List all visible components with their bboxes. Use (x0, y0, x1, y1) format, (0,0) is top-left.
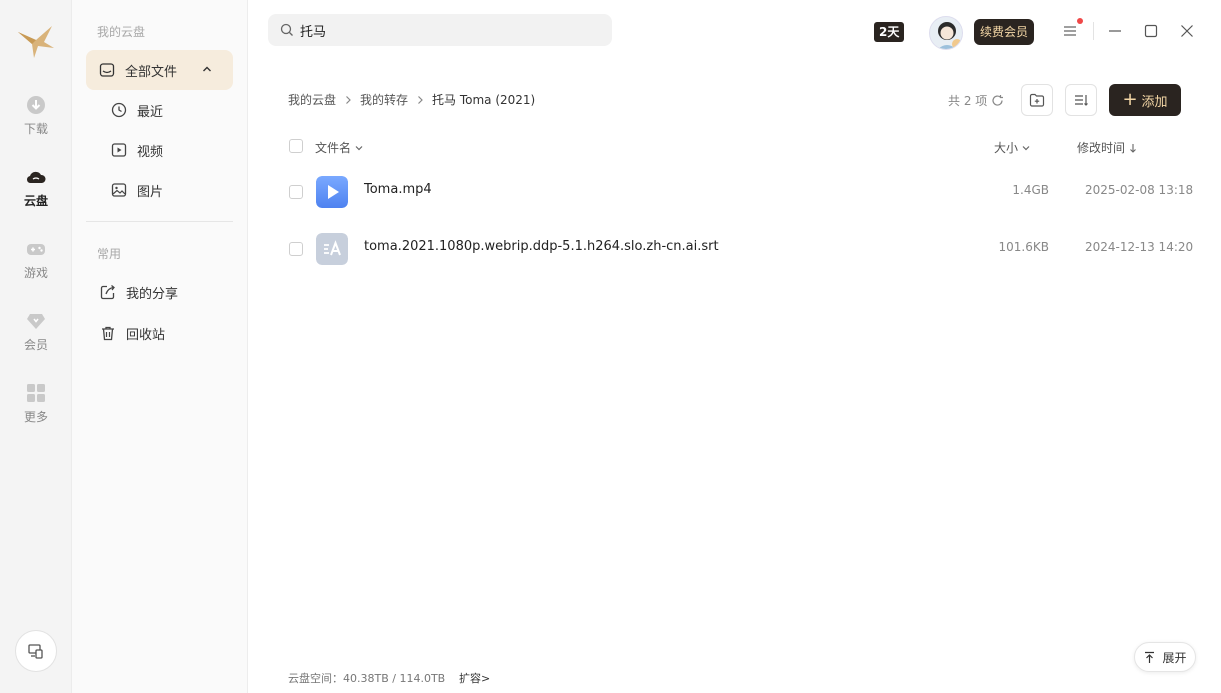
add-button[interactable]: + 添加 (1109, 84, 1181, 116)
renew-vip-button[interactable]: 续费会员 (974, 19, 1034, 45)
file-row[interactable]: toma.2021.1080p.webrip.ddp-5.1.h264.slo.… (268, 221, 1221, 277)
breadcrumb: 我的云盘 我的转存 托马 Toma (2021) (288, 91, 535, 108)
rail-label-vip: 会员 (23, 338, 48, 352)
breadcrumb-item-root[interactable]: 我的云盘 (288, 91, 336, 108)
column-header-modified-label: 修改时间 (1077, 141, 1126, 155)
maximize-icon[interactable] (1142, 22, 1160, 40)
file-modified: 2024-12-13 14:20 (1085, 240, 1194, 254)
app-logo-icon (18, 26, 54, 58)
sidebar-item-video[interactable]: 视频 (111, 131, 163, 169)
subtitle-file-icon (316, 233, 348, 265)
rail-label-more: 更多 (23, 410, 48, 424)
chevron-right-icon (346, 95, 351, 104)
rail-label-download: 下载 (23, 122, 48, 136)
file-name[interactable]: toma.2021.1080p.webrip.ddp-5.1.h264.slo.… (364, 239, 719, 254)
unfold-button[interactable]: 展开 (1134, 642, 1196, 672)
inbox-icon (99, 63, 115, 77)
video-icon (111, 143, 127, 157)
notification-dot (1077, 18, 1083, 24)
sidebar-item-label: 我的分享 (126, 286, 179, 302)
column-header-name[interactable]: 文件名 (315, 139, 364, 156)
column-header-name-label: 文件名 (315, 141, 352, 155)
file-size: 1.4GB (1012, 183, 1049, 197)
sidebar-item-all-files[interactable]: 全部文件 (86, 50, 233, 90)
unfold-label: 展开 (1162, 650, 1187, 665)
column-header-size[interactable]: 大小 (994, 139, 1031, 156)
sidebar-common-title: 常用 (97, 247, 122, 261)
sort-icon (1075, 95, 1088, 106)
rail-item-vip[interactable]: 会员 (0, 310, 72, 366)
rail-item-more[interactable]: 更多 (0, 382, 72, 438)
sort-descending-icon (1130, 143, 1136, 153)
storage-usage: 云盘空间：40.38TB / 114.0TB (288, 672, 446, 685)
trash-icon (102, 326, 114, 341)
refresh-icon[interactable] (991, 94, 1004, 107)
rail-label-cloud: 云盘 (23, 194, 48, 208)
item-count: 共 2 项 (948, 92, 1004, 109)
minimize-icon[interactable] (1106, 22, 1124, 40)
add-button-label: 添加 (1141, 94, 1168, 110)
device-switch-icon (28, 644, 43, 659)
sort-button[interactable] (1065, 84, 1097, 116)
breadcrumb-item-current: 托马 Toma (2021) (432, 93, 536, 107)
column-header-modified[interactable]: 修改时间 (1077, 139, 1138, 156)
sidebar-item-trash[interactable]: 回收站 (100, 314, 165, 352)
apps-grid-icon (27, 384, 45, 402)
sidebar-item-images[interactable]: 图片 (111, 171, 163, 209)
file-checkbox[interactable] (289, 185, 303, 199)
device-switch-button[interactable] (15, 630, 57, 672)
plus-icon: + (1122, 89, 1138, 110)
avatar-image-icon (938, 22, 962, 49)
folder-add-icon (1029, 93, 1045, 107)
file-name[interactable]: Toma.mp4 (364, 182, 432, 197)
breadcrumb-item-saved[interactable]: 我的转存 (360, 91, 408, 108)
sidebar-section-title: 我的云盘 (97, 25, 146, 39)
file-size: 101.6KB (998, 240, 1049, 254)
avatar[interactable] (929, 16, 963, 50)
sidebar-item-my-shares[interactable]: 我的分享 (100, 273, 178, 311)
chevron-up-icon[interactable] (201, 63, 213, 75)
sidebar: 我的云盘 全部文件 最近 视频 图片 常用 我的分享 回收站 (72, 0, 248, 693)
rail-label-games: 游戏 (23, 266, 48, 280)
rail-item-cloud[interactable]: 云盘 (0, 166, 72, 222)
close-icon[interactable] (1178, 22, 1196, 40)
diamond-icon (27, 314, 45, 329)
file-modified: 2025-02-08 13:18 (1085, 183, 1194, 197)
gamepad-icon (27, 244, 45, 255)
sidebar-divider (86, 221, 233, 222)
image-icon (111, 183, 127, 197)
sidebar-item-label: 视频 (137, 144, 164, 160)
menu-icon[interactable] (1061, 22, 1079, 40)
chevron-down-icon (355, 145, 363, 150)
expand-storage-link[interactable]: 扩容> (459, 670, 490, 686)
new-folder-button[interactable] (1021, 84, 1053, 116)
select-all-checkbox[interactable] (289, 139, 303, 153)
rail-item-download[interactable]: 下载 (0, 94, 72, 150)
clock-icon (111, 102, 127, 118)
sidebar-item-label: 全部文件 (125, 64, 178, 80)
upload-arrow-icon (1145, 651, 1155, 663)
item-count-text: 共 2 项 (948, 94, 988, 108)
share-icon (100, 284, 115, 300)
rail-item-games[interactable]: 游戏 (0, 238, 72, 294)
sidebar-item-recent[interactable]: 最近 (111, 91, 163, 129)
chevron-right-icon (418, 95, 423, 104)
search-box[interactable] (268, 14, 612, 46)
search-input[interactable] (300, 22, 600, 38)
left-rail: 下载 云盘 游戏 会员 更多 (0, 0, 72, 693)
cloud-icon (26, 171, 46, 184)
sidebar-item-label: 回收站 (126, 327, 166, 343)
video-file-icon (316, 176, 348, 208)
sidebar-item-label: 图片 (137, 184, 164, 200)
download-icon (27, 96, 45, 114)
window-controls-separator (1093, 22, 1094, 40)
search-icon (280, 23, 293, 36)
app-window: 下载 云盘 游戏 会员 更多 我的云盘 全部文件 最近 视频 图片 常用 我的分… (0, 0, 1221, 693)
sidebar-item-label: 最近 (137, 104, 164, 120)
file-row[interactable]: Toma.mp4 1.4GB 2025-02-08 13:18 (268, 164, 1221, 220)
days-remaining-badge: 2天 (874, 22, 905, 42)
chevron-down-icon (1022, 145, 1030, 150)
column-header-size-label: 大小 (994, 141, 1019, 155)
file-checkbox[interactable] (289, 242, 303, 256)
